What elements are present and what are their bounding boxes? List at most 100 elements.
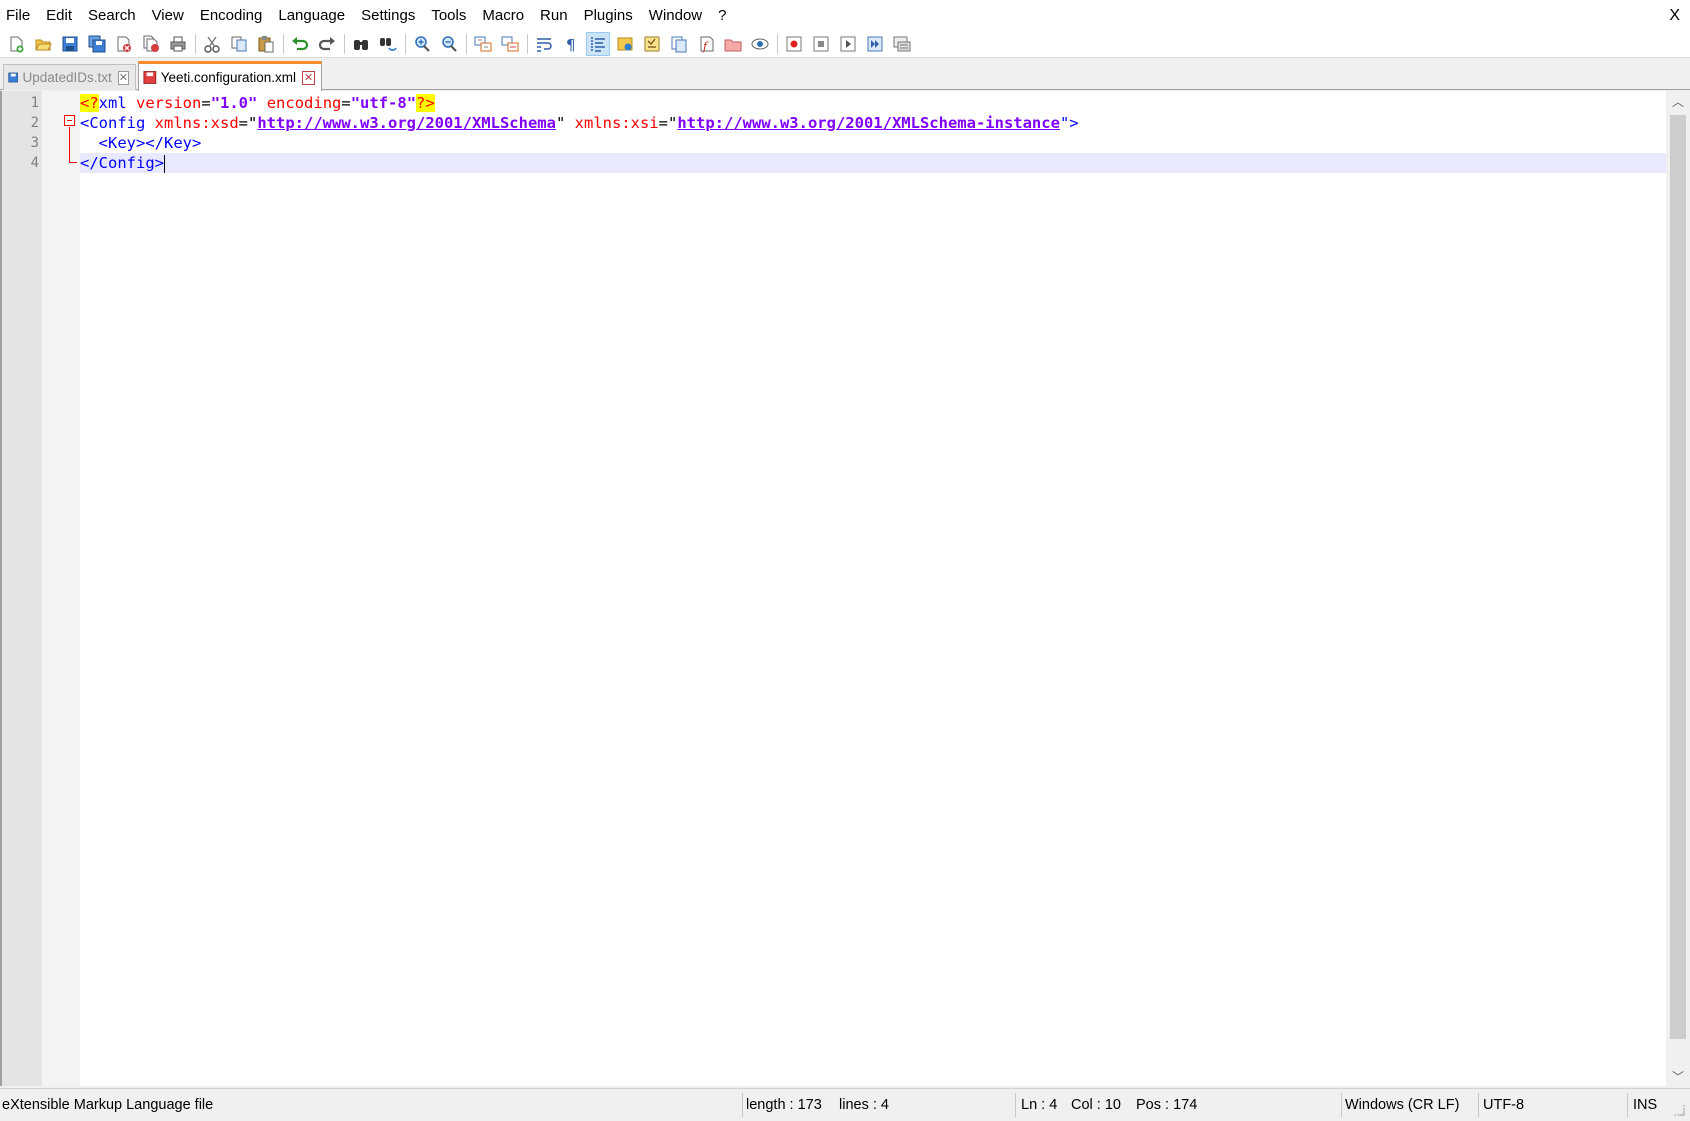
- menu-encoding[interactable]: Encoding: [192, 0, 271, 30]
- close-document-button[interactable]: X: [1669, 0, 1680, 30]
- show-all-characters-icon[interactable]: ¶: [559, 32, 583, 56]
- scroll-thumb[interactable]: [1670, 115, 1686, 1039]
- status-divider: [1478, 1093, 1479, 1117]
- function-list-icon[interactable]: f: [694, 32, 718, 56]
- menu-plugins[interactable]: Plugins: [576, 0, 641, 30]
- attr-name: encoding: [266, 94, 342, 112]
- menu-tools[interactable]: Tools: [423, 0, 474, 30]
- menu-file[interactable]: File: [0, 0, 38, 30]
- status-bar: eXtensible Markup Language file length :…: [0, 1088, 1690, 1120]
- attr-quote: ": [555, 114, 566, 132]
- status-divider: [742, 1093, 743, 1117]
- fold-collapse-icon[interactable]: [64, 115, 75, 126]
- sync-horizontal-icon[interactable]: [498, 32, 522, 56]
- editor-pane[interactable]: 1 2 3 4 <?xml version="1.0" encoding="ut…: [0, 91, 1690, 1086]
- stop-recording-icon[interactable]: [809, 32, 833, 56]
- fold-margin: [42, 91, 80, 1086]
- playback-macro-icon[interactable]: [836, 32, 860, 56]
- zoom-in-icon[interactable]: [410, 32, 434, 56]
- attr-eq: =": [238, 114, 258, 132]
- monitoring-icon[interactable]: [748, 32, 772, 56]
- save-all-icon[interactable]: [85, 32, 109, 56]
- record-macro-icon[interactable]: [782, 32, 806, 56]
- tab-yeeti-configuration[interactable]: Yeeti.configuration.xml ✕: [138, 61, 322, 91]
- fold-end-line: [69, 162, 77, 163]
- sync-vertical-icon[interactable]: [471, 32, 495, 56]
- paste-icon[interactable]: [254, 32, 278, 56]
- key-element: <Key></Key>: [98, 134, 202, 152]
- user-defined-language-icon[interactable]: [613, 32, 637, 56]
- resize-grip-icon[interactable]: [1672, 1103, 1686, 1117]
- url-link[interactable]: http://www.w3.org/2001/XMLSchema: [257, 114, 556, 132]
- code-line-2: <Config xmlns:xsd="http://www.w3.org/200…: [80, 113, 1666, 133]
- find-icon[interactable]: [349, 32, 373, 56]
- toolbar-separator: [405, 33, 406, 54]
- menu-language[interactable]: Language: [270, 0, 353, 30]
- menu-search[interactable]: Search: [80, 0, 144, 30]
- saved-file-icon: [8, 72, 19, 83]
- text-caret: [164, 154, 165, 173]
- tab-label: Yeeti.configuration.xml: [160, 70, 297, 85]
- toolbar-separator: [283, 33, 284, 54]
- attr-name: xmlns:xsi: [574, 114, 659, 132]
- word-wrap-icon[interactable]: [532, 32, 556, 56]
- tab-label: UpdatedIDs.txt: [22, 70, 112, 85]
- document-map-icon[interactable]: [640, 32, 664, 56]
- status-divider: [1341, 1093, 1342, 1117]
- save-icon[interactable]: [58, 32, 82, 56]
- close-all-icon[interactable]: [139, 32, 163, 56]
- open-file-icon[interactable]: [31, 32, 55, 56]
- code-area[interactable]: <?xml version="1.0" encoding="utf-8"?> <…: [80, 91, 1666, 1086]
- fold-line: [69, 127, 70, 163]
- zoom-out-icon[interactable]: [437, 32, 461, 56]
- status-pos: Pos : 174: [1136, 1097, 1198, 1113]
- vertical-scrollbar[interactable]: ︿ ﹀: [1666, 91, 1690, 1086]
- tag-close: ">: [1059, 114, 1079, 132]
- menu-window[interactable]: Window: [641, 0, 710, 30]
- undo-icon[interactable]: [288, 32, 312, 56]
- tab-close-icon[interactable]: ✕: [117, 70, 129, 85]
- folder-as-workspace-icon[interactable]: [721, 32, 745, 56]
- save-macro-icon[interactable]: [890, 32, 914, 56]
- attr-eq: =: [341, 94, 351, 112]
- toolbar: ¶ f: [0, 30, 1690, 58]
- url-link[interactable]: http://www.w3.org/2001/XMLSchema-instanc…: [677, 114, 1060, 132]
- status-insert-mode[interactable]: INS: [1633, 1089, 1657, 1121]
- tab-close-icon[interactable]: ✕: [302, 70, 315, 85]
- pi-open: <?: [80, 94, 99, 112]
- unsaved-file-icon: [143, 71, 157, 84]
- close-icon[interactable]: [112, 32, 136, 56]
- code-line-3: <Key></Key>: [80, 133, 1666, 153]
- redo-icon[interactable]: [315, 32, 339, 56]
- print-icon[interactable]: [166, 32, 190, 56]
- line-number: 3: [30, 135, 39, 151]
- menu-view[interactable]: View: [144, 0, 192, 30]
- cut-icon[interactable]: [200, 32, 224, 56]
- attr-eq: =: [201, 94, 211, 112]
- menu-edit[interactable]: Edit: [38, 0, 80, 30]
- status-col: Col : 10: [1071, 1097, 1121, 1113]
- line-number: 4: [30, 155, 39, 171]
- menu-macro[interactable]: Macro: [474, 0, 532, 30]
- menu-help[interactable]: ?: [710, 0, 734, 30]
- new-file-icon[interactable]: [4, 32, 28, 56]
- code-line-1: <?xml version="1.0" encoding="utf-8"?>: [80, 93, 1666, 113]
- toolbar-separator: [466, 33, 467, 54]
- toolbar-separator: [344, 33, 345, 54]
- status-encoding[interactable]: UTF-8: [1483, 1089, 1524, 1121]
- status-file-type: eXtensible Markup Language file: [2, 1097, 214, 1113]
- replace-icon[interactable]: [376, 32, 400, 56]
- scroll-down-arrow-icon[interactable]: ﹀: [1666, 1066, 1690, 1086]
- attr-name: version: [136, 94, 202, 112]
- document-list-icon[interactable]: [667, 32, 691, 56]
- run-macro-multiple-icon[interactable]: [863, 32, 887, 56]
- scroll-up-arrow-icon[interactable]: ︿: [1666, 91, 1690, 111]
- tab-updatedids[interactable]: UpdatedIDs.txt ✕: [3, 64, 136, 90]
- menu-run[interactable]: Run: [532, 0, 576, 30]
- copy-icon[interactable]: [227, 32, 251, 56]
- status-eol[interactable]: Windows (CR LF): [1345, 1089, 1459, 1121]
- line-number: 1: [30, 95, 39, 111]
- menu-settings[interactable]: Settings: [353, 0, 423, 30]
- status-divider: [1015, 1093, 1016, 1117]
- indent-guide-icon[interactable]: [586, 31, 610, 56]
